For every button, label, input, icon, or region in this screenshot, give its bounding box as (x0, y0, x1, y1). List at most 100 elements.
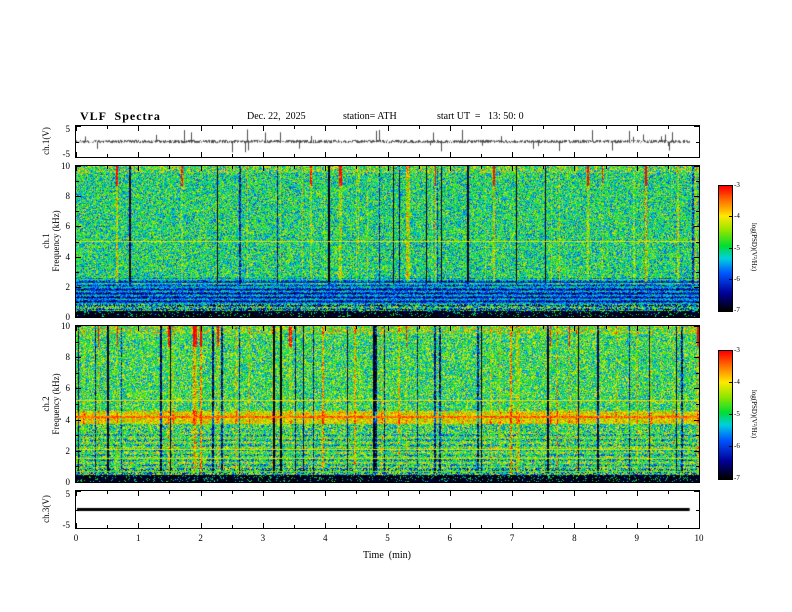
axis-tick (574, 152, 576, 157)
axis-tick (694, 357, 699, 359)
colorbar-tick-label: -6 (734, 442, 740, 450)
axis-tick (667, 525, 669, 528)
axis-tick (543, 154, 545, 157)
axis-tick (605, 166, 607, 169)
axis-tick (231, 126, 233, 129)
axis-tick (76, 317, 81, 318)
axis-tick (696, 404, 699, 405)
axis-tick (480, 166, 482, 169)
colorbar-tick-label: -4 (734, 378, 740, 386)
axis-tick (76, 141, 79, 143)
axis-tick (200, 477, 202, 482)
axis-tick (480, 525, 482, 528)
time-tick-label: 1 (136, 533, 141, 543)
axis-tick (636, 491, 638, 496)
axis-tick (418, 525, 420, 528)
axis-tick (387, 166, 389, 171)
axis-tick (480, 154, 482, 157)
axis-tick (356, 126, 358, 129)
axis-tick (696, 211, 699, 213)
axis-tick (574, 312, 576, 317)
time-tick-label: 4 (322, 533, 328, 543)
axis-tick (699, 523, 700, 528)
axis-tick (512, 477, 514, 482)
ch1-frequency-axis-label: ch.1 Frequency (kHz) (41, 210, 61, 271)
axis-tick (387, 126, 389, 131)
ch2-freq-tick-label: 10 (61, 321, 70, 331)
axis-tick (200, 152, 202, 157)
axis-tick (325, 126, 327, 131)
ch1-spectrogram-image (76, 166, 699, 317)
axis-tick (76, 326, 81, 327)
colorbar-ch2 (718, 350, 733, 480)
axis-tick (418, 154, 420, 157)
axis-tick (169, 126, 171, 129)
axis-tick (231, 326, 233, 329)
axis-tick (356, 326, 358, 329)
axis-tick (694, 528, 699, 529)
axis-tick (76, 466, 79, 468)
axis-tick (699, 166, 700, 171)
axis-tick (694, 491, 699, 492)
axis-tick (543, 314, 545, 317)
axis-tick (636, 312, 638, 317)
time-tick-label: 8 (572, 533, 577, 543)
axis-tick (76, 301, 79, 303)
axis-tick (636, 152, 638, 157)
axis-tick (667, 326, 669, 329)
time-tick-label: 10 (694, 533, 704, 543)
axis-tick (325, 491, 327, 496)
axis-tick (543, 479, 545, 482)
time-axis-label: Time (min) (363, 550, 411, 561)
axis-tick (231, 314, 233, 317)
axis-tick (169, 479, 171, 482)
axis-tick (262, 152, 264, 157)
axis-tick (699, 326, 700, 331)
axis-tick (729, 414, 732, 415)
axis-tick (76, 256, 81, 258)
axis-tick (76, 286, 81, 288)
axis-tick (696, 181, 699, 183)
axis-tick (76, 419, 81, 421)
axis-tick (449, 152, 451, 157)
axis-tick (294, 126, 296, 129)
axis-tick (387, 312, 389, 317)
axis-tick (696, 271, 699, 273)
axis-tick (325, 326, 327, 331)
axis-tick (636, 523, 638, 528)
axis-tick (699, 312, 700, 317)
time-tick-label: 7 (509, 533, 515, 543)
axis-tick (636, 126, 638, 131)
axis-tick (694, 482, 699, 483)
axis-tick (387, 326, 389, 331)
axis-tick (694, 450, 699, 452)
figure-start-ut: start UT = 13: 50: 0 (437, 111, 524, 122)
axis-tick (574, 477, 576, 482)
axis-tick (76, 388, 81, 390)
axis-tick (729, 310, 732, 311)
ch2-axis-channel-text: ch.2 (41, 396, 51, 412)
axis-tick (76, 166, 81, 167)
axis-tick (699, 477, 700, 482)
axis-tick (543, 525, 545, 528)
axis-tick (356, 314, 358, 317)
axis-tick (636, 477, 638, 482)
axis-tick (169, 166, 171, 169)
axis-tick (356, 166, 358, 169)
axis-tick (76, 271, 79, 273)
axis-tick (512, 126, 514, 131)
axis-tick (605, 479, 607, 482)
axis-tick (729, 446, 732, 447)
axis-tick (76, 491, 81, 492)
ch1-freq-tick-label: 6 (65, 221, 71, 232)
axis-tick (449, 166, 451, 171)
axis-tick (107, 491, 109, 494)
axis-tick (694, 166, 699, 167)
axis-tick (694, 196, 699, 198)
axis-tick (729, 247, 732, 249)
axis-tick (696, 372, 699, 374)
axis-tick (418, 326, 420, 329)
axis-tick (667, 479, 669, 482)
axis-tick (512, 326, 514, 331)
axis-tick (76, 341, 79, 343)
